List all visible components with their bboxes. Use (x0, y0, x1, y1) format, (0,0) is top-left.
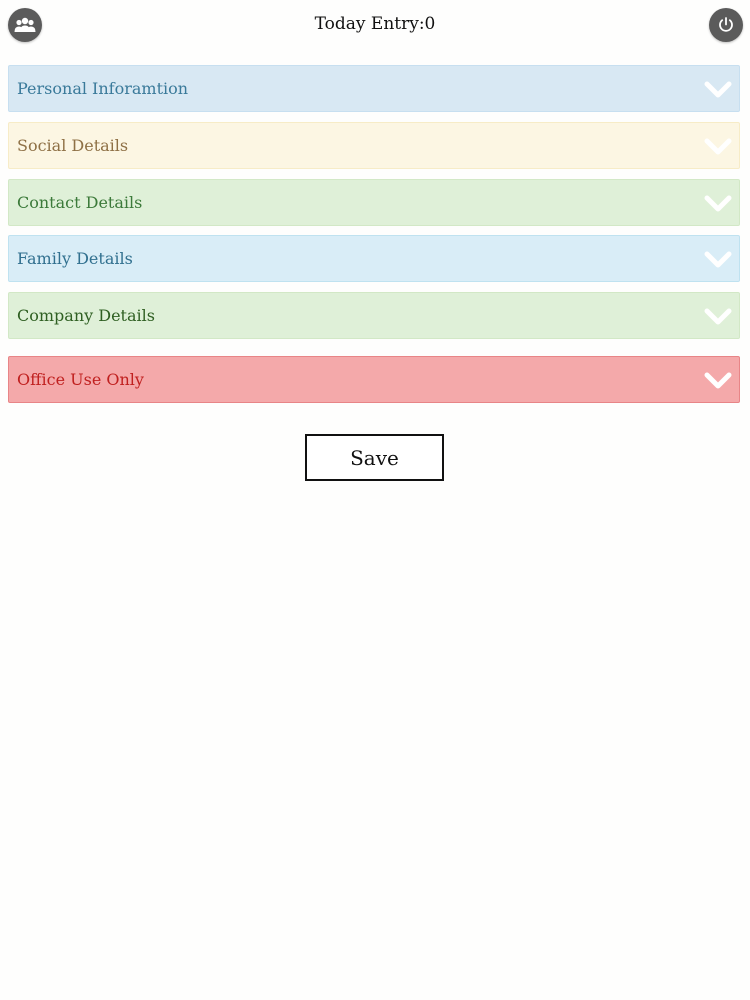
panel-label: Family Details (17, 249, 133, 268)
panel-personal-information[interactable]: Personal Inforamtion (8, 65, 740, 112)
panel-label: Company Details (17, 306, 155, 325)
panel-office-use-only[interactable]: Office Use Only (8, 356, 740, 403)
panel-family-details[interactable]: Family Details (8, 235, 740, 282)
chevron-down-icon (704, 251, 732, 268)
chevron-down-icon (704, 138, 732, 155)
chevron-down-icon (704, 81, 732, 98)
page-title: Today Entry:0 (314, 14, 436, 34)
chevron-down-icon (704, 195, 732, 212)
panel-label: Office Use Only (17, 370, 144, 389)
panel-label: Social Details (17, 136, 129, 155)
panel-company-details[interactable]: Company Details (8, 292, 740, 339)
chevron-down-icon (704, 308, 732, 325)
top-bar: Today Entry:0 (0, 0, 750, 50)
save-button[interactable]: Save (305, 434, 444, 481)
power-icon[interactable] (709, 8, 743, 42)
panel-label: Personal Inforamtion (17, 79, 189, 98)
panel-social-details[interactable]: Social Details (8, 122, 740, 169)
chevron-down-icon (704, 372, 732, 389)
panel-label: Contact Details (17, 193, 143, 212)
panel-contact-details[interactable]: Contact Details (8, 179, 740, 226)
